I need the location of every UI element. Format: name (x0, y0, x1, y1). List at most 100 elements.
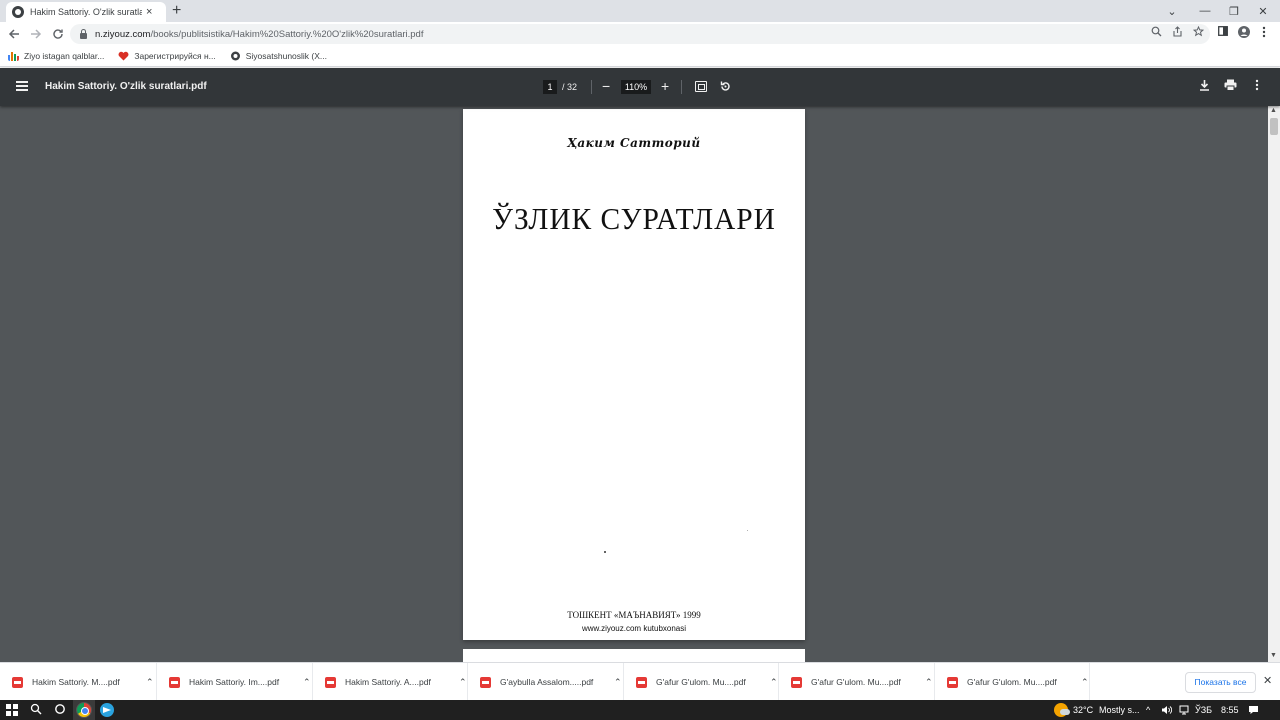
scrollbar-thumb[interactable] (1270, 118, 1278, 135)
url-text[interactable]: n.ziyouz.com/books/publitsistika/Hakim%2… (95, 29, 423, 40)
pdf-next-page (463, 649, 805, 662)
close-downloads-icon[interactable]: ✕ (1263, 674, 1272, 687)
lock-icon[interactable] (80, 28, 87, 39)
book-website: www.ziyouz.com kutubxonasi (581, 624, 687, 633)
weather-temperature[interactable]: 32°C (1073, 705, 1093, 715)
chevron-up-icon[interactable]: ⌃ (614, 677, 622, 688)
scroll-down-icon[interactable]: ▼ (1270, 652, 1277, 659)
pdf-file-icon (169, 676, 180, 688)
minimize-button[interactable]: — (1190, 0, 1220, 22)
download-item[interactable]: G'afur G'ulom. Mu....pdf ⌃ (935, 663, 1090, 701)
browser-toolbar: n.ziyouz.com/books/publitsistika/Hakim%2… (0, 22, 1280, 46)
bookmark-register[interactable]: Зарегистрируйся н... (118, 51, 216, 61)
bookmark-label: Ziyo istagan qalblar... (24, 51, 105, 61)
bookmark-star-icon[interactable] (1193, 26, 1204, 37)
rotate-icon[interactable] (719, 80, 732, 96)
weather-icon[interactable] (1054, 703, 1070, 717)
input-language[interactable]: ЎЗБ (1195, 705, 1212, 715)
omnibox-actions (1151, 26, 1204, 37)
hamburger-menu-icon[interactable] (16, 81, 28, 91)
clock-time[interactable]: 8:55 (1221, 705, 1239, 715)
pdf-document-area[interactable]: Ҳаким Сатторий ЎЗЛИК СУРАТЛАРИ ТОШКЕНТ «… (0, 106, 1268, 662)
chevron-up-icon[interactable]: ⌃ (303, 677, 311, 688)
bookmark-label: Siyosatshunoslik (X... (245, 51, 327, 61)
page-number-input[interactable]: 1 (543, 80, 557, 94)
book-publisher: ТОШКЕНТ «МАЪНАВИЯТ» 1999 (567, 610, 701, 620)
download-filename: Hakim Sattoriy. Im....pdf (189, 677, 280, 687)
download-icon[interactable] (1199, 79, 1210, 94)
profile-avatar-icon[interactable] (1238, 26, 1250, 41)
tab-search-icon[interactable]: ⌄ (1157, 0, 1187, 22)
download-item[interactable]: Hakim Sattoriy. A....pdf ⌃ (313, 663, 468, 701)
download-filename: G'afur G'ulom. Mu....pdf (811, 677, 901, 687)
address-bar[interactable]: n.ziyouz.com/books/publitsistika/Hakim%2… (70, 24, 1210, 44)
download-filename: Hakim Sattoriy. A....pdf (345, 677, 431, 687)
bookmark-siyosatshunoslik[interactable]: Siyosatshunoslik (X... (230, 51, 327, 61)
download-filename: Hakim Sattoriy. M....pdf (32, 677, 120, 687)
book-title: ЎЗЛИК СУРАТЛАРИ (492, 201, 776, 236)
pdf-file-icon (325, 676, 336, 688)
pdf-more-icon[interactable] (1255, 79, 1259, 94)
browser-menu-icon[interactable] (1262, 26, 1266, 41)
pdf-file-icon (12, 676, 23, 688)
download-filename: G'afur G'ulom. Mu....pdf (656, 677, 746, 687)
pdf-viewer-toolbar: Hakim Sattoriy. O'zlik suratlari.pdf 1 /… (0, 68, 1280, 106)
bookmark-ziyo[interactable]: Ziyo istagan qalblar... (8, 51, 104, 61)
windows-start-icon[interactable] (6, 704, 18, 716)
pdf-file-icon (791, 676, 802, 688)
toolbar-divider (681, 80, 682, 94)
url-path: /books/publitsistika/Hakim%20Sattoriy.%2… (150, 28, 424, 40)
pdf-title: Hakim Sattoriy. O'zlik suratlari.pdf (45, 81, 207, 92)
share-icon[interactable] (1172, 26, 1183, 37)
close-window-button[interactable]: ✕ (1248, 0, 1278, 22)
pdf-file-icon (480, 676, 491, 688)
reload-icon (53, 29, 63, 39)
chevron-up-icon[interactable]: ⌃ (1081, 677, 1089, 688)
chrome-icon[interactable] (76, 702, 92, 718)
weather-description[interactable]: Mostly s... (1099, 705, 1140, 715)
book-author: Ҳаким Сатторий (567, 136, 701, 150)
scan-speck (747, 530, 748, 531)
zoom-in-button[interactable]: + (661, 78, 669, 94)
telegram-icon[interactable] (100, 703, 114, 717)
tray-chevron-up-icon[interactable]: ^ (1146, 705, 1150, 715)
zoom-level-input[interactable]: 110% (621, 80, 651, 94)
forward-button[interactable] (27, 25, 45, 43)
download-item[interactable]: G'afur G'ulom. Mu....pdf ⌃ (779, 663, 935, 701)
scan-speck (604, 551, 606, 553)
chevron-up-icon[interactable]: ⌃ (770, 677, 778, 688)
browser-tab[interactable]: Hakim Sattoriy. O'zlik suratlari.pdf × (6, 2, 166, 22)
ziyo-bars-icon (8, 52, 19, 61)
network-icon[interactable] (1179, 705, 1190, 717)
show-all-downloads-button[interactable]: Показать все (1185, 672, 1256, 693)
side-panel-icon[interactable] (1218, 26, 1228, 39)
reload-button[interactable] (49, 25, 67, 43)
chevron-up-icon[interactable]: ⌃ (459, 677, 467, 688)
chevron-up-icon[interactable]: ⌃ (146, 677, 154, 688)
scroll-up-icon[interactable]: ▲ (1270, 107, 1277, 114)
download-item[interactable]: Hakim Sattoriy. Im....pdf ⌃ (157, 663, 313, 701)
zoom-out-button[interactable]: − (602, 78, 610, 94)
download-item[interactable]: G'afur G'ulom. Mu....pdf ⌃ (624, 663, 779, 701)
download-item[interactable]: G'aybulla Assalom.....pdf ⌃ (468, 663, 624, 701)
pdf-file-icon (947, 676, 958, 688)
pdf-scrollbar[interactable]: ▲ ▼ (1268, 106, 1280, 662)
volume-icon[interactable] (1161, 705, 1173, 717)
download-filename: G'aybulla Assalom.....pdf (500, 677, 594, 687)
fit-to-page-icon[interactable] (695, 81, 707, 92)
back-button[interactable] (5, 25, 23, 43)
new-tab-button[interactable]: + (172, 2, 181, 20)
task-view-icon[interactable] (53, 703, 67, 717)
zoom-icon[interactable] (1151, 26, 1162, 37)
tab-close-icon[interactable]: × (146, 6, 152, 18)
print-icon[interactable] (1224, 79, 1237, 94)
restore-button[interactable]: ❐ (1219, 0, 1249, 22)
download-item[interactable]: Hakim Sattoriy. M....pdf ⌃ (0, 663, 157, 701)
notifications-icon[interactable] (1248, 705, 1259, 717)
bookmark-label: Зарегистрируйся н... (134, 51, 216, 61)
search-icon[interactable] (29, 703, 43, 717)
url-domain: n.ziyouz.com (95, 28, 151, 40)
pdf-file-icon (636, 676, 647, 688)
chevron-up-icon[interactable]: ⌃ (925, 677, 933, 688)
tab-strip: Hakim Sattoriy. O'zlik suratlari.pdf × +… (0, 0, 1280, 22)
